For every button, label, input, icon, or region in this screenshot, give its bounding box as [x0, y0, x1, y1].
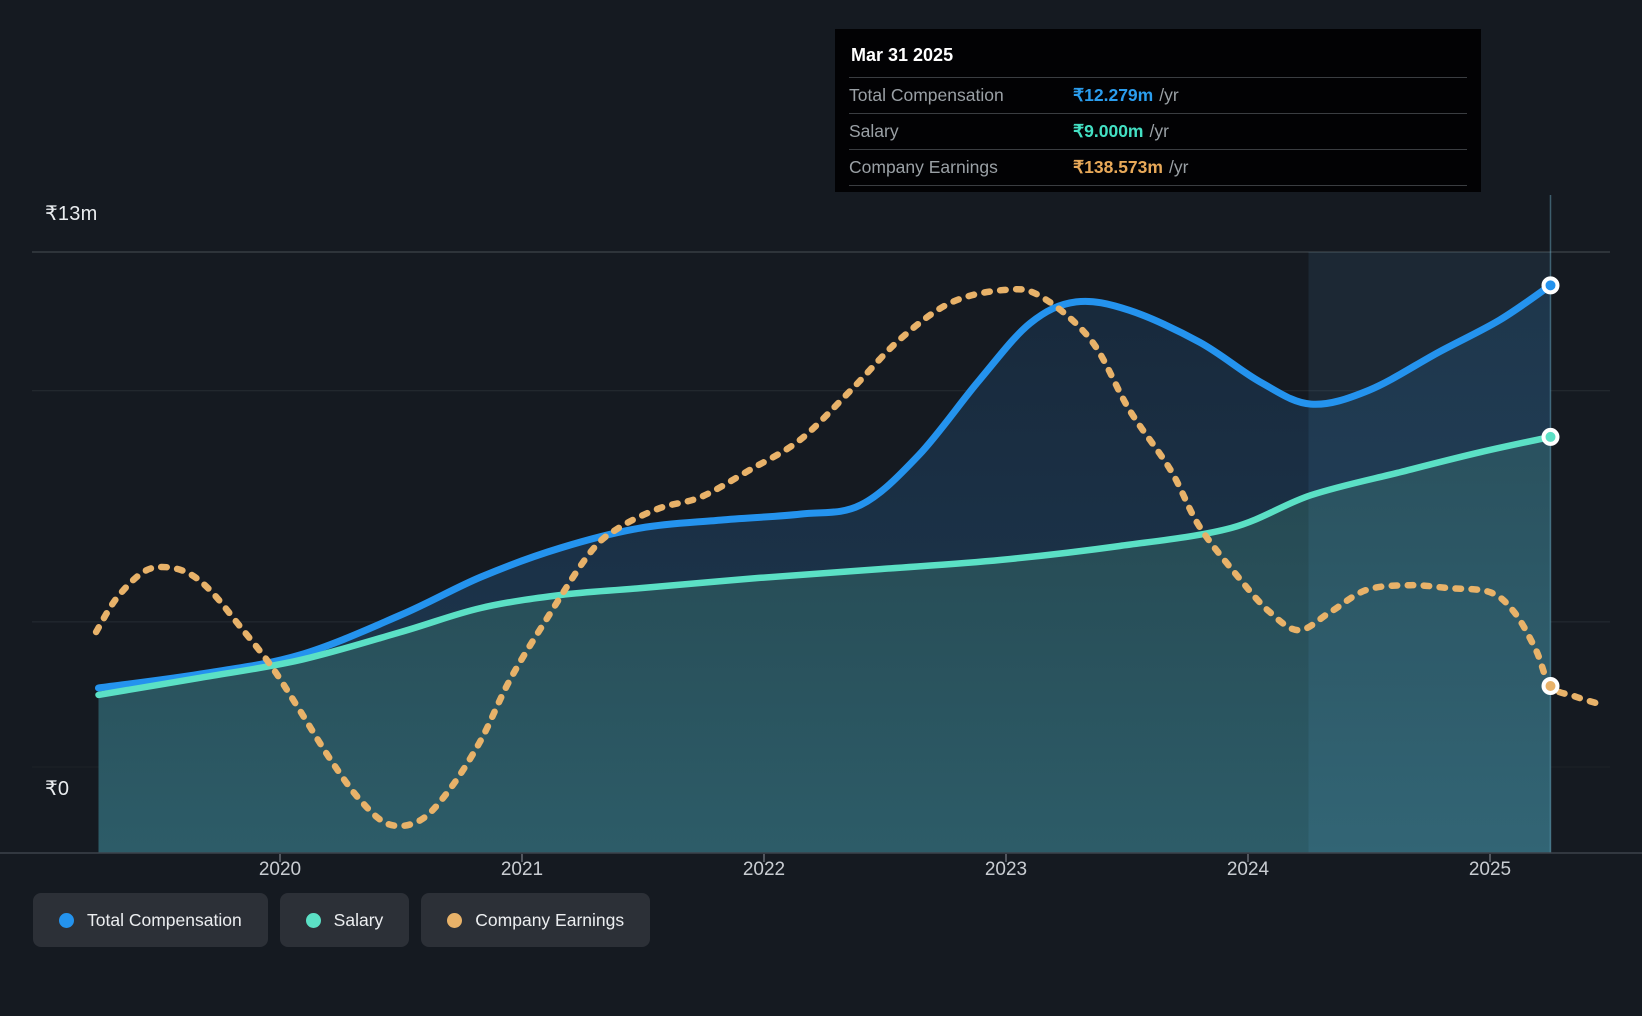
tooltip-label: Total Compensation: [849, 85, 1004, 105]
legend-item-total-compensation[interactable]: Total Compensation: [33, 893, 268, 947]
compensation-chart-page: { "tooltip": { "date": "Mar 31 2025", "r…: [0, 0, 1642, 1016]
tooltip-date: Mar 31 2025: [849, 37, 1467, 78]
tooltip-row-salary: Salary ₹9.000m /yr: [849, 114, 1467, 150]
x-axis-label-2022: 2022: [742, 859, 786, 880]
tooltip-label: Company Earnings: [849, 157, 998, 177]
chart-legend: Total Compensation Salary Company Earnin…: [33, 893, 651, 947]
x-axis-label-2023: 2023: [984, 859, 1028, 880]
tooltip-value: ₹138.573m: [1073, 157, 1163, 177]
legend-label: Total Compensation: [87, 909, 242, 930]
legend-item-company-earnings[interactable]: Company Earnings: [421, 893, 651, 947]
y-axis-zero-label: ₹0: [45, 778, 70, 800]
tooltip-unit: /yr: [1159, 85, 1179, 105]
tooltip-unit: /yr: [1149, 121, 1169, 141]
x-axis-label-2024: 2024: [1226, 859, 1270, 880]
legend-item-salary[interactable]: Salary: [279, 893, 410, 947]
tooltip-row-total-compensation: Total Compensation ₹12.279m /yr: [849, 78, 1467, 114]
tooltip-value: ₹12.279m: [1073, 85, 1154, 105]
legend-label: Salary: [333, 909, 384, 930]
x-axis-label-2020: 2020: [258, 859, 302, 880]
x-axis-label-2021: 2021: [500, 859, 544, 880]
tooltip-value: ₹9.000m: [1073, 121, 1144, 141]
hover-tooltip: Mar 31 2025 Total Compensation ₹12.279m …: [835, 29, 1481, 192]
tooltip-unit: /yr: [1168, 157, 1189, 177]
tooltip-row-company-earnings: Company Earnings ₹138.573m /yr: [849, 150, 1467, 186]
legend-label: Company Earnings: [475, 909, 625, 930]
tooltip-label: Salary: [849, 121, 899, 141]
salary-dot-icon: [305, 912, 321, 928]
x-axis-label-2025: 2025: [1468, 859, 1512, 880]
total-compensation-dot-icon: [59, 912, 74, 928]
y-axis-top-label: ₹13m: [45, 203, 98, 225]
company-earnings-dot-icon: [447, 912, 463, 928]
